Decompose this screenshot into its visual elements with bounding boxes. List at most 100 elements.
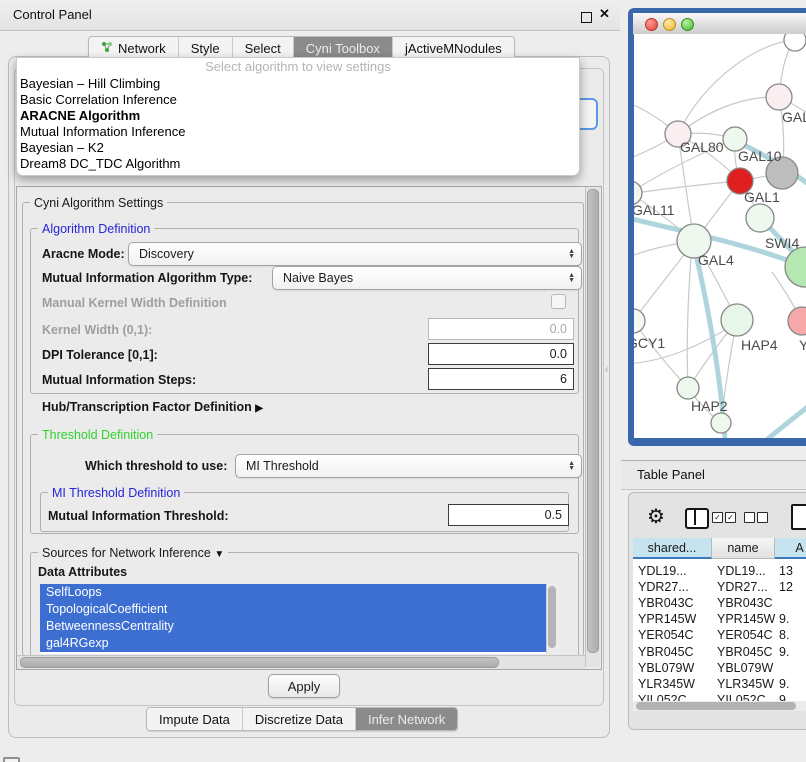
algorithm-option-mutual-information-inference[interactable]: Mutual Information Inference [17, 124, 579, 140]
table-row[interactable]: YER054CYER054C8. [633, 628, 806, 644]
mi-threshold-input[interactable]: 0.5 [448, 504, 569, 526]
node-label-gal1: GAL1 [744, 189, 780, 205]
network-node-hap2[interactable] [677, 377, 699, 399]
sources-title[interactable]: Sources for Network Inference ▼ [38, 546, 228, 560]
table-cell: YPR145W [638, 612, 696, 626]
network-node-gal-pink[interactable] [766, 84, 792, 110]
table-cell: 9. [779, 612, 789, 626]
screen: Control Panel ✕ NetworkStyleSelectCyni T… [0, 0, 806, 762]
node-label-gal4: GAL4 [698, 252, 734, 268]
expanded-arrow-icon: ▼ [214, 549, 224, 560]
network-node-big-green[interactable] [785, 247, 806, 287]
table-cell: YBR043C [717, 596, 773, 610]
network-window-titlebar[interactable] [633, 13, 806, 35]
column-view-icon[interactable] [685, 508, 709, 529]
tab-label: Cyni Toolbox [306, 41, 380, 56]
tab-cyni-toolbox[interactable]: Cyni Toolbox [294, 37, 393, 59]
attribute-item-betweennesscentrality[interactable]: BetweennessCentrality [40, 618, 546, 635]
algorithm-option-aracne-algorithm[interactable]: ARACNE Algorithm [17, 108, 579, 124]
data-attributes-list: SelfLoopsTopologicalCoefficientBetweenne… [40, 584, 546, 654]
select-all-columns-icon-2[interactable]: ✓ [725, 512, 736, 523]
attributes-list-scrollbar-thumb[interactable] [548, 586, 556, 648]
table-row[interactable]: YBR043C YBR043C [633, 596, 806, 612]
mi-type-value: Naive Bayes [283, 271, 353, 285]
settings-vertical-scrollbar-thumb[interactable] [587, 189, 599, 653]
algorithm-option-bayesian-hill-climbing[interactable]: Bayesian – Hill Climbing [17, 76, 579, 92]
minimized-panel-icon[interactable] [3, 757, 20, 762]
deselect-all-columns-icon-2[interactable] [757, 512, 768, 523]
tab-label: jActiveMNodules [405, 41, 502, 56]
panel-splitter-handle[interactable]: ‹ [605, 364, 608, 375]
tab-jactivemnodules[interactable]: jActiveMNodules [393, 37, 514, 59]
table-row[interactable]: YBR045CYBR045C9. [633, 645, 806, 661]
zoom-window-icon[interactable] [681, 18, 694, 31]
column-header-shared-name[interactable]: shared... [633, 538, 712, 559]
tab-select[interactable]: Select [233, 37, 294, 59]
algorithm-option-bayesian-k2[interactable]: Bayesian – K2 [17, 140, 579, 156]
table-row[interactable]: YBL079WYBL079W [633, 661, 806, 677]
attribute-item-selfloops[interactable]: SelfLoops [40, 584, 546, 601]
control-panel-titlebar [0, 0, 620, 31]
network-node-green-mid[interactable] [746, 204, 774, 232]
column-header-third[interactable]: A [775, 538, 806, 559]
tab-network[interactable]: Network [89, 37, 179, 59]
network-edge [634, 321, 686, 386]
which-threshold-label: Which threshold to use: [85, 459, 227, 473]
minimize-window-icon[interactable] [663, 18, 676, 31]
network-node-hap4[interactable] [721, 304, 753, 336]
network-node-gcy1[interactable] [634, 309, 645, 333]
node-label-gal10: GAL10 [738, 148, 782, 164]
table-row[interactable]: YDL19...YDL19...13 [633, 564, 806, 580]
attribute-item-topologicalcoefficient[interactable]: TopologicalCoefficient [40, 601, 546, 618]
hub-definition-toggle[interactable]: Hub/Transcription Factor Definition ▶ [42, 400, 263, 414]
table-cell: YBL079W [638, 661, 694, 675]
network-edge-thick [728, 394, 806, 438]
table-cell: YBR043C [638, 596, 694, 610]
node-table: YDL19...YDL19...13YDR27...YDR27...12YBR0… [633, 538, 806, 701]
tab-style[interactable]: Style [179, 37, 233, 59]
tab-impute-data[interactable]: Impute Data [147, 708, 243, 730]
dpi-tolerance-input[interactable]: 0.0 [428, 343, 574, 365]
node-label-hap4: HAP4 [741, 337, 778, 353]
export-table-icon[interactable] [791, 504, 806, 530]
table-row[interactable]: YIL052CYIL052C9. [633, 693, 806, 701]
attribute-item-gal4rgexp[interactable]: gal4RGexp [40, 635, 546, 652]
deselect-all-columns-icon[interactable] [744, 512, 755, 523]
mi-type-select[interactable]: Naive Bayes ▲▼ [272, 266, 582, 290]
network-node-top-outline[interactable] [784, 34, 806, 51]
network-node-bottom-small[interactable] [711, 413, 731, 433]
apply-button[interactable]: Apply [268, 674, 340, 698]
collapsed-arrow-icon: ▶ [255, 403, 263, 414]
algorithm-option-basic-correlation-inference[interactable]: Basic Correlation Inference [17, 92, 579, 108]
tab-label: Style [191, 41, 220, 56]
table-horizontal-scrollbar-thumb[interactable] [636, 702, 796, 710]
kernel-width-input[interactable]: 0.0 [428, 318, 574, 340]
mi-steps-input[interactable]: 6 [428, 368, 574, 390]
table-cell: YLR345W [717, 677, 774, 691]
aracne-mode-select[interactable]: Discovery ▲▼ [128, 242, 582, 266]
table-cell: 13 [779, 564, 793, 578]
algorithm-dropdown-popup: Select algorithm to view settings Bayesi… [16, 57, 580, 176]
select-all-columns-icon[interactable]: ✓ [712, 512, 723, 523]
close-window-icon[interactable] [645, 18, 658, 31]
column-header-name[interactable]: name [712, 538, 775, 559]
table-row[interactable]: YPR145WYPR145W9. [633, 612, 806, 628]
manual-kernel-checkbox[interactable] [551, 294, 566, 309]
float-panel-icon[interactable] [581, 12, 592, 23]
close-panel-icon[interactable]: ✕ [599, 6, 610, 22]
network-node-pink-y[interactable] [788, 307, 806, 335]
table-cell: YER054C [638, 628, 694, 642]
tab-infer-network[interactable]: Infer Network [356, 708, 457, 730]
tab-label: Select [245, 41, 281, 56]
settings-horizontal-scrollbar-thumb[interactable] [20, 657, 499, 668]
table-cell: YBR045C [638, 645, 694, 659]
algorithm-option-dream8-dc-tdc-algorithm[interactable]: Dream8 DC_TDC Algorithm [17, 156, 579, 172]
which-threshold-select[interactable]: MI Threshold ▲▼ [235, 454, 582, 478]
table-row[interactable]: YDR27...YDR27...12 [633, 580, 806, 596]
table-row[interactable]: YLR345WYLR345W9. [633, 677, 806, 693]
gear-icon[interactable]: ⚙ [647, 504, 665, 529]
kernel-width-label: Kernel Width (0,1): [42, 323, 152, 337]
threshold-definition-title: Threshold Definition [38, 428, 157, 442]
network-canvas[interactable]: GALGAL80GAL10GAL1GAL11SWI4GAL4GCY1HAP4YH… [634, 34, 806, 438]
tab-discretize-data[interactable]: Discretize Data [243, 708, 356, 730]
